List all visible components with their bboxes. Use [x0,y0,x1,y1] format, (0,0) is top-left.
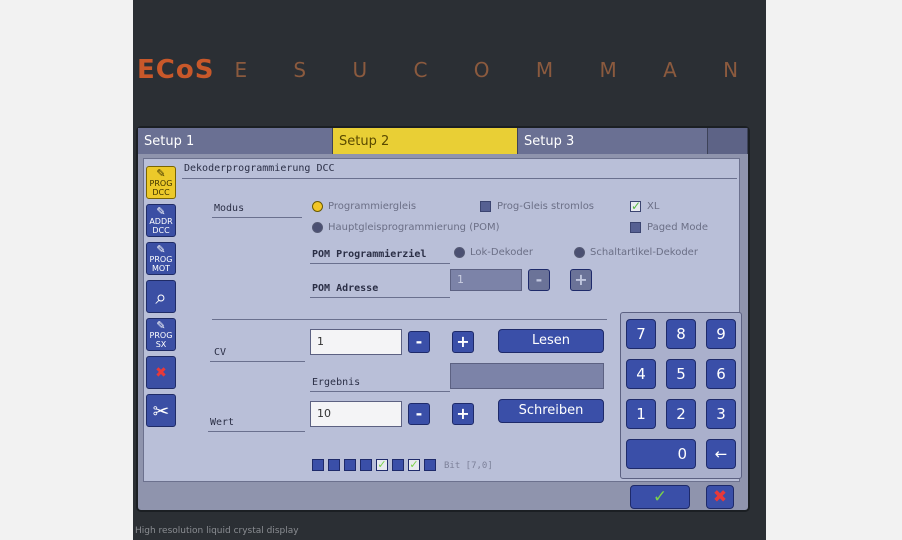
wert-input[interactable]: 10 [310,401,402,427]
modus-label: Modus [214,203,245,214]
bit-0-toggle[interactable] [424,459,436,471]
bit-5-toggle[interactable] [344,459,356,471]
magnifier-icon: ⌕ [155,284,167,309]
checkbox-icon [480,201,491,212]
tab-filler [708,128,748,154]
checkmark-icon: ✓ [630,199,642,213]
tab-setup-1[interactable]: Setup 1 [138,128,333,154]
sidebar-search-button[interactable]: ⌕ [146,280,176,313]
pom-adresse-label: POM Adresse [312,283,379,294]
wrench-icon: ✎ [156,167,166,180]
tab-bar: Setup 1 Setup 2 Setup 3 [138,128,748,156]
key-4[interactable]: 4 [626,359,656,389]
close-icon: ✖ [712,487,728,507]
wrench-icon: ✎ [156,243,166,256]
cv-label: CV [214,347,227,358]
key-8[interactable]: 8 [666,319,696,349]
key-7[interactable]: 7 [626,319,656,349]
ergebnis-label: Ergebnis [312,377,361,388]
key-9[interactable]: 9 [706,319,736,349]
title-divider [182,178,737,179]
checkbox-prog-stromlos[interactable]: Prog-Gleis stromlos [480,201,594,212]
wrench-icon: ✎ [156,319,166,332]
tab-setup-2[interactable]: Setup 2 [333,128,518,154]
cv-plus-button[interactable]: + [452,331,474,353]
sidebar-addr-dcc-button[interactable]: ✎ ADDR DCC [146,204,176,237]
pom-adresse-underline [310,297,450,298]
lesen-button[interactable]: Lesen [498,329,604,353]
numeric-keypad: 7 8 9 4 5 6 1 2 3 0 ← [620,312,742,479]
bit-toggles: ✓ ✓ [312,459,440,471]
section-divider [212,319,607,320]
dialog-footer: ✓ ✖ [138,480,748,510]
sidebar-tools-button[interactable]: ✂ [146,394,176,427]
bit-2-toggle[interactable] [392,459,404,471]
cancel-button[interactable]: ✖ [706,485,734,509]
radio-on-icon [312,201,323,212]
bit-1-toggle[interactable]: ✓ [408,459,420,471]
modus-underline [212,217,302,218]
radio-hauptgleis[interactable]: Hauptgleisprogrammierung (POM) [312,222,500,233]
radio-off-icon [312,222,323,233]
key-0[interactable]: 0 [626,439,696,469]
setup-panel: ✎ PROG DCC ✎ ADDR DCC ✎ PROG MOT ⌕ ✎ PRO… [143,158,742,482]
checkbox-xl[interactable]: ✓ XL [630,199,659,213]
sidebar-loco-delete-button[interactable]: ✖ [146,356,176,389]
bezel-caption: High resolution liquid crystal display [135,526,299,536]
sidebar-prog-sx-button[interactable]: ✎ PROG SX [146,318,176,351]
brand-tagline: E S U C O M M A N D S T A T I O N [234,58,766,82]
backspace-arrow-icon: ← [714,445,728,463]
page-title: Dekoderprogrammierung DCC [184,163,335,174]
pom-plus-button[interactable]: + [570,269,592,291]
pom-adresse-input[interactable]: 1 [450,269,522,291]
wert-label: Wert [210,417,235,428]
wert-underline [208,431,305,432]
key-backspace[interactable]: ← [706,439,736,469]
radio-off-icon [574,247,585,258]
checkbox-icon [630,222,641,233]
key-3[interactable]: 3 [706,399,736,429]
ergebnis-underline [310,391,450,392]
ok-button[interactable]: ✓ [630,485,690,509]
brand-bar: ECoS E S U C O M M A N D S T A T I O N [133,50,766,90]
cv-underline [210,361,305,362]
cv-input[interactable]: 1 [310,329,402,355]
schreiben-button[interactable]: Schreiben [498,399,604,423]
loco-delete-icon: ✖ [155,364,167,381]
pom-minus-button[interactable]: - [528,269,550,291]
ergebnis-output [450,363,604,389]
sidebar-prog-mot-button[interactable]: ✎ PROG MOT [146,242,176,275]
sidebar-prog-dcc-button[interactable]: ✎ PROG DCC [146,166,176,199]
sidebar: ✎ PROG DCC ✎ ADDR DCC ✎ PROG MOT ⌕ ✎ PRO… [146,166,176,432]
key-2[interactable]: 2 [666,399,696,429]
checkbox-paged-mode[interactable]: Paged Mode [630,222,708,233]
tab-setup-3[interactable]: Setup 3 [518,128,708,154]
tools-icon: ✂ [152,398,170,423]
bit-3-toggle[interactable]: ✓ [376,459,388,471]
bit-4-toggle[interactable] [360,459,372,471]
radio-off-icon [454,247,465,258]
pom-ziel-label: POM Programmierziel [312,249,427,260]
radio-schaltartikel-dekoder[interactable]: Schaltartikel-Dekoder [574,247,698,258]
radio-lok-dekoder[interactable]: Lok-Dekoder [454,247,533,258]
key-6[interactable]: 6 [706,359,736,389]
bit-6-toggle[interactable] [328,459,340,471]
wert-plus-button[interactable]: + [452,403,474,425]
wrench-icon: ✎ [156,205,166,218]
bit-7-toggle[interactable] [312,459,324,471]
checkmark-icon: ✓ [652,487,668,507]
radio-programmiergleis[interactable]: Programmiergleis [312,201,416,212]
bit-label: Bit [7,0] [444,461,493,471]
key-5[interactable]: 5 [666,359,696,389]
cv-minus-button[interactable]: - [408,331,430,353]
touch-screen: Setup 1 Setup 2 Setup 3 ✎ PROG DCC ✎ ADD… [138,128,748,510]
key-1[interactable]: 1 [626,399,656,429]
pom-ziel-underline [310,263,450,264]
ecos-logo: ECoS [137,55,215,85]
wert-minus-button[interactable]: - [408,403,430,425]
